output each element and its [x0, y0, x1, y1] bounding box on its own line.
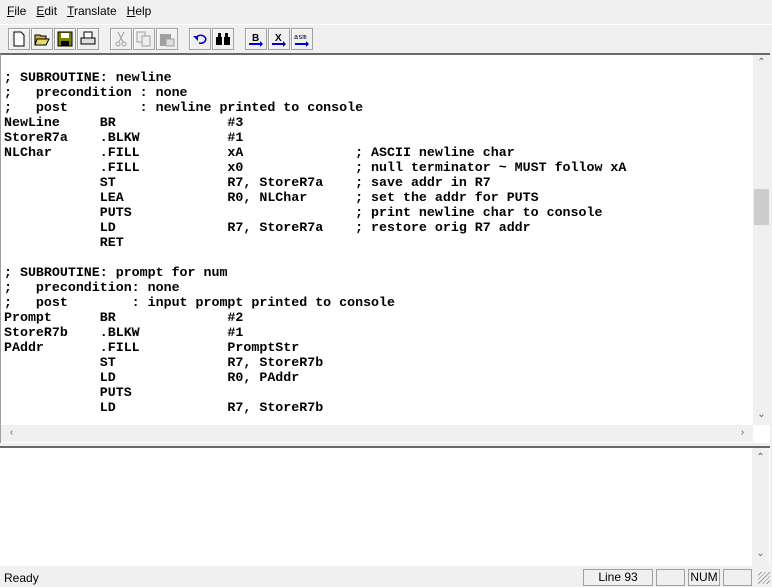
menu-file[interactable]: File [3, 4, 32, 18]
save-button[interactable] [54, 28, 76, 50]
code-line[interactable]: ; precondition: none [4, 280, 626, 295]
print-button[interactable] [77, 28, 99, 50]
output-scroll-down-icon[interactable]: ⌄ [752, 548, 769, 559]
new-file-button[interactable] [8, 28, 30, 50]
assemble-button[interactable]: asm [291, 28, 313, 50]
scroll-right-icon[interactable]: › [734, 427, 751, 438]
code-line[interactable]: ; post : newline printed to console [4, 100, 626, 115]
code-line[interactable]: RET [4, 235, 626, 250]
binary-convert-icon: B [249, 33, 263, 47]
save-icon [57, 31, 73, 47]
find-button[interactable] [212, 28, 234, 50]
cut-icon [115, 31, 127, 47]
assemble-icon: asm [294, 34, 309, 47]
code-line[interactable]: PUTS ; print newline char to console [4, 205, 626, 220]
copy-button[interactable] [133, 28, 155, 50]
svg-text:X: X [275, 33, 282, 44]
code-line[interactable]: PAddr .FILL PromptStr [4, 340, 626, 355]
menu-help[interactable]: Help [123, 4, 158, 18]
paste-icon [160, 34, 175, 47]
paste-button[interactable] [156, 28, 178, 50]
undo-icon [193, 34, 207, 44]
code-line[interactable]: NewLine BR #3 [4, 115, 626, 130]
code-line[interactable]: ST R7, StoreR7a ; save addr in R7 [4, 175, 626, 190]
code-line[interactable]: ; precondition : none [4, 85, 626, 100]
undo-button[interactable] [189, 28, 211, 50]
status-text: Ready [4, 571, 39, 585]
toolbar: B X asm [0, 24, 772, 53]
convert-binary-button[interactable]: B [245, 28, 267, 50]
code-line[interactable]: PUTS [4, 385, 626, 400]
copy-icon [136, 31, 151, 47]
scroll-down-icon[interactable]: ⌄ [753, 409, 770, 420]
code-line[interactable]: NLChar .FILL xA ; ASCII newline char [4, 145, 626, 160]
scroll-left-icon[interactable]: ‹ [3, 427, 20, 438]
code-line[interactable]: ; post : input prompt printed to console [4, 295, 626, 310]
output-scroll-up-icon[interactable]: ⌃ [752, 452, 769, 463]
convert-hex-button[interactable]: X [268, 28, 290, 50]
horizontal-scrollbar[interactable]: ‹ › [1, 425, 753, 442]
cut-button[interactable] [110, 28, 132, 50]
code-line[interactable]: Prompt BR #2 [4, 310, 626, 325]
status-pane-empty [656, 569, 685, 586]
menu-edit[interactable]: Edit [32, 4, 63, 18]
code-line[interactable]: LD R7, StoreR7a ; restore orig R7 addr [4, 220, 626, 235]
print-icon [80, 31, 96, 45]
code-line[interactable]: ; SUBROUTINE: prompt for num [4, 265, 626, 280]
status-bar: Ready Line 93 NUM [0, 568, 772, 587]
code-line[interactable]: StoreR7b .BLKW #1 [4, 325, 626, 340]
status-pane-empty-2 [723, 569, 752, 586]
code-line[interactable]: ; SUBROUTINE: newline [4, 70, 626, 85]
new-file-icon [13, 31, 25, 47]
code-text[interactable]: ; SUBROUTINE: newline; precondition : no… [4, 70, 626, 415]
code-line[interactable]: StoreR7a .BLKW #1 [4, 130, 626, 145]
vertical-scrollbar[interactable]: ⌃ ⌄ [753, 55, 770, 425]
code-editor[interactable]: ; SUBROUTINE: newline; precondition : no… [0, 53, 770, 443]
resize-grip-icon[interactable] [758, 572, 770, 584]
open-folder-icon [34, 34, 50, 46]
code-line[interactable]: LD R7, StoreR7b [4, 400, 626, 415]
svg-text:B: B [252, 33, 259, 44]
code-line[interactable]: .FILL x0 ; null terminator ~ MUST follow… [4, 160, 627, 175]
hex-convert-icon: X [272, 33, 286, 47]
menu-bar: File Edit Translate Help [0, 0, 772, 22]
open-button[interactable] [31, 28, 53, 50]
code-line[interactable] [4, 250, 626, 265]
output-pane[interactable]: ⌃ ⌄ [0, 446, 770, 566]
find-binoculars-icon [216, 33, 230, 45]
line-indicator: Line 93 [583, 569, 653, 586]
svg-text:asm: asm [294, 34, 307, 42]
code-line[interactable]: ST R7, StoreR7b [4, 355, 626, 370]
code-line[interactable]: LEA R0, NLChar ; set the addr for PUTS [4, 190, 626, 205]
scrollbar-thumb[interactable] [754, 189, 769, 225]
scroll-up-icon[interactable]: ⌃ [753, 57, 770, 68]
menu-translate[interactable]: Translate [63, 4, 123, 18]
num-lock-indicator: NUM [688, 569, 720, 586]
code-line[interactable]: LD R0, PAddr [4, 370, 626, 385]
output-vertical-scrollbar[interactable]: ⌃ ⌄ [752, 448, 769, 566]
